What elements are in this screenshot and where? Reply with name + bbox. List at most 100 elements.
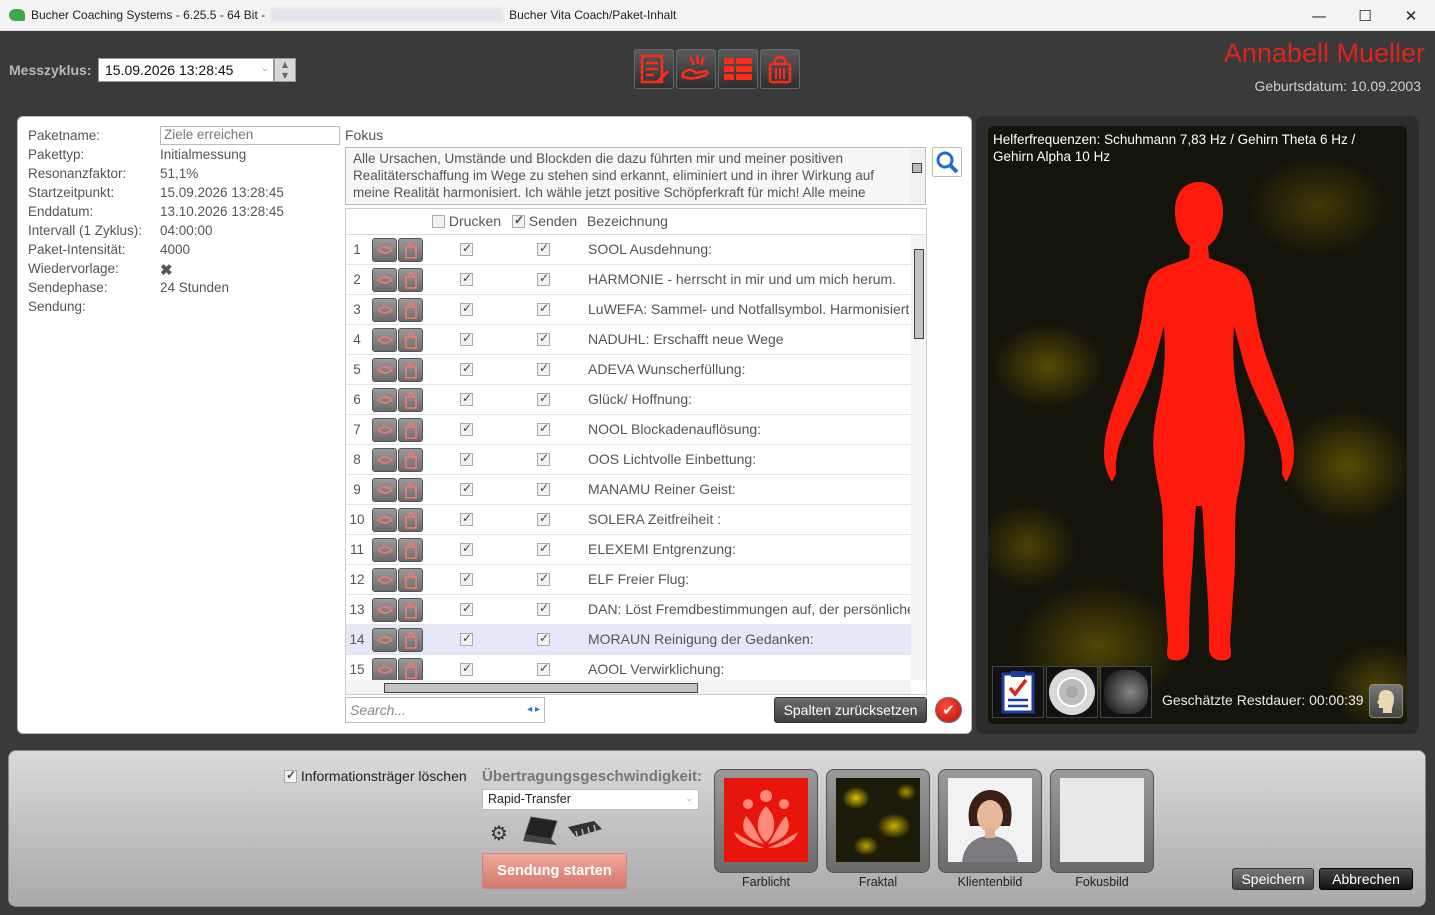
spin-up-icon[interactable]: ▲ <box>275 59 295 70</box>
table-row[interactable]: 2 HARMONIE - herrscht in mir und um mich … <box>346 265 911 295</box>
row-senden-checkbox[interactable] <box>537 511 550 526</box>
row-senden-checkbox[interactable] <box>537 391 550 406</box>
row-drucken-checkbox[interactable] <box>460 391 473 406</box>
fraktal-slot[interactable] <box>826 769 930 873</box>
table-row[interactable]: 1 SOOL Ausdehnung: <box>346 235 911 265</box>
search-input[interactable]: Search... ◂ ▸ <box>345 697 545 723</box>
row-drucken-checkbox[interactable] <box>460 301 473 316</box>
row-drucken-checkbox[interactable] <box>460 271 473 286</box>
search-nav-arrows-icon[interactable]: ◂ ▸ <box>527 704 540 715</box>
reset-columns-button[interactable]: Spalten zurücksetzen <box>774 697 927 723</box>
row-drucken-checkbox[interactable] <box>460 631 473 646</box>
table-row[interactable]: 12 ELF Freier Flug: <box>346 565 911 595</box>
confirm-check-button[interactable]: ✔ <box>935 697 962 723</box>
drucken-all-checkbox[interactable] <box>432 215 445 228</box>
row-senden-checkbox[interactable] <box>537 241 550 256</box>
sound-disc-button[interactable] <box>1046 666 1098 718</box>
minimize-button[interactable]: — <box>1296 0 1342 31</box>
row-senden-checkbox[interactable] <box>537 301 550 316</box>
paketname-input[interactable]: Ziele erreichen <box>160 126 340 145</box>
row-delete-button[interactable] <box>398 418 423 442</box>
spin-down-icon[interactable]: ▼ <box>275 70 295 81</box>
head-sound-button[interactable] <box>1369 684 1403 718</box>
row-delete-button[interactable] <box>398 478 423 502</box>
klientenbild-slot[interactable] <box>938 769 1042 873</box>
start-transmission-button[interactable]: Sendung starten <box>482 853 627 889</box>
clear-carrier-option[interactable]: Informationsträger löschen <box>284 768 467 784</box>
row-edit-button[interactable] <box>372 298 397 322</box>
delete-button[interactable] <box>760 49 800 89</box>
table-row[interactable]: 9 MANAMU Reiner Geist: <box>346 475 911 505</box>
close-button[interactable]: ✕ <box>1388 0 1434 31</box>
row-senden-checkbox[interactable] <box>537 571 550 586</box>
farblicht-slot[interactable] <box>714 769 818 873</box>
col-drucken[interactable]: Drucken <box>432 213 501 229</box>
row-edit-button[interactable] <box>372 598 397 622</box>
row-delete-button[interactable] <box>398 598 423 622</box>
table-row[interactable]: 4 NADUHL: Erschafft neue Wege <box>346 325 911 355</box>
row-senden-checkbox[interactable] <box>537 601 550 616</box>
col-bezeichnung[interactable]: Bezeichnung <box>587 213 668 229</box>
row-drucken-checkbox[interactable] <box>460 541 473 556</box>
row-delete-button[interactable] <box>398 538 423 562</box>
row-edit-button[interactable] <box>372 418 397 442</box>
gear-icon[interactable]: ⚙ <box>490 821 508 845</box>
row-senden-checkbox[interactable] <box>537 361 550 376</box>
save-button[interactable]: Speichern <box>1232 868 1314 890</box>
row-drucken-checkbox[interactable] <box>460 451 473 466</box>
row-drucken-checkbox[interactable] <box>460 421 473 436</box>
row-delete-button[interactable] <box>398 658 423 682</box>
row-edit-button[interactable] <box>372 448 397 472</box>
row-senden-checkbox[interactable] <box>537 661 550 676</box>
table-hscrollbar[interactable] <box>346 680 911 694</box>
row-senden-checkbox[interactable] <box>537 271 550 286</box>
speed-select[interactable]: Rapid-Transfer ⌄ <box>482 789 699 810</box>
table-vscrollbar[interactable] <box>911 235 926 680</box>
table-row[interactable]: 10 SOLERA Zeitfreiheit : <box>346 505 911 535</box>
row-drucken-checkbox[interactable] <box>460 241 473 256</box>
messzyklus-select[interactable]: 15.09.2026 13:28:45 ⌄ <box>98 58 274 82</box>
row-delete-button[interactable] <box>398 358 423 382</box>
row-drucken-checkbox[interactable] <box>460 661 473 676</box>
row-senden-checkbox[interactable] <box>537 331 550 346</box>
row-edit-button[interactable] <box>372 658 397 682</box>
table-row[interactable]: 6 Glück/ Hoffnung: <box>346 385 911 415</box>
row-drucken-checkbox[interactable] <box>460 601 473 616</box>
fokusbild-slot[interactable] <box>1050 769 1154 873</box>
maximize-button[interactable]: ☐ <box>1342 0 1388 31</box>
table-row[interactable]: 3 LuWEFA: Sammel- und Notfallsymbol. Harm… <box>346 295 911 325</box>
fokus-textarea[interactable]: Alle Ursachen, Umstände und Blockden die… <box>345 147 926 205</box>
row-delete-button[interactable] <box>398 238 423 262</box>
table-row[interactable]: 8 OOS Lichtvolle Einbettung: <box>346 445 911 475</box>
row-edit-button[interactable] <box>372 358 397 382</box>
row-edit-button[interactable] <box>372 268 397 292</box>
fokus-scrollbar[interactable] <box>910 149 924 203</box>
row-edit-button[interactable] <box>372 538 397 562</box>
row-delete-button[interactable] <box>398 508 423 532</box>
row-senden-checkbox[interactable] <box>537 421 550 436</box>
row-edit-button[interactable] <box>372 388 397 412</box>
row-delete-button[interactable] <box>398 568 423 592</box>
table-row[interactable]: 5 ADEVA Wunscherfüllung: <box>346 355 911 385</box>
row-senden-checkbox[interactable] <box>537 451 550 466</box>
row-drucken-checkbox[interactable] <box>460 571 473 586</box>
row-delete-button[interactable] <box>398 328 423 352</box>
hand-transfer-button[interactable] <box>676 49 716 89</box>
messzyklus-spinner[interactable]: ▲ ▼ <box>274 58 296 82</box>
row-drucken-checkbox[interactable] <box>460 481 473 496</box>
row-delete-button[interactable] <box>398 628 423 652</box>
row-senden-checkbox[interactable] <box>537 481 550 496</box>
row-senden-checkbox[interactable] <box>537 631 550 646</box>
row-edit-button[interactable] <box>372 628 397 652</box>
table-row[interactable]: 13 DAN: Löst Fremdbestimmungen auf, der p… <box>346 595 911 625</box>
row-edit-button[interactable] <box>372 508 397 532</box>
table-row[interactable]: 7 NOOL Blockadenauflösung: <box>346 415 911 445</box>
fokus-search-button[interactable] <box>932 147 962 177</box>
clear-carrier-checkbox[interactable] <box>284 768 297 783</box>
row-edit-button[interactable] <box>372 568 397 592</box>
row-delete-button[interactable] <box>398 298 423 322</box>
row-drucken-checkbox[interactable] <box>460 331 473 346</box>
table-row[interactable]: 11 ELEXEMI Entgrenzung: <box>346 535 911 565</box>
row-delete-button[interactable] <box>398 388 423 412</box>
row-drucken-checkbox[interactable] <box>460 361 473 376</box>
